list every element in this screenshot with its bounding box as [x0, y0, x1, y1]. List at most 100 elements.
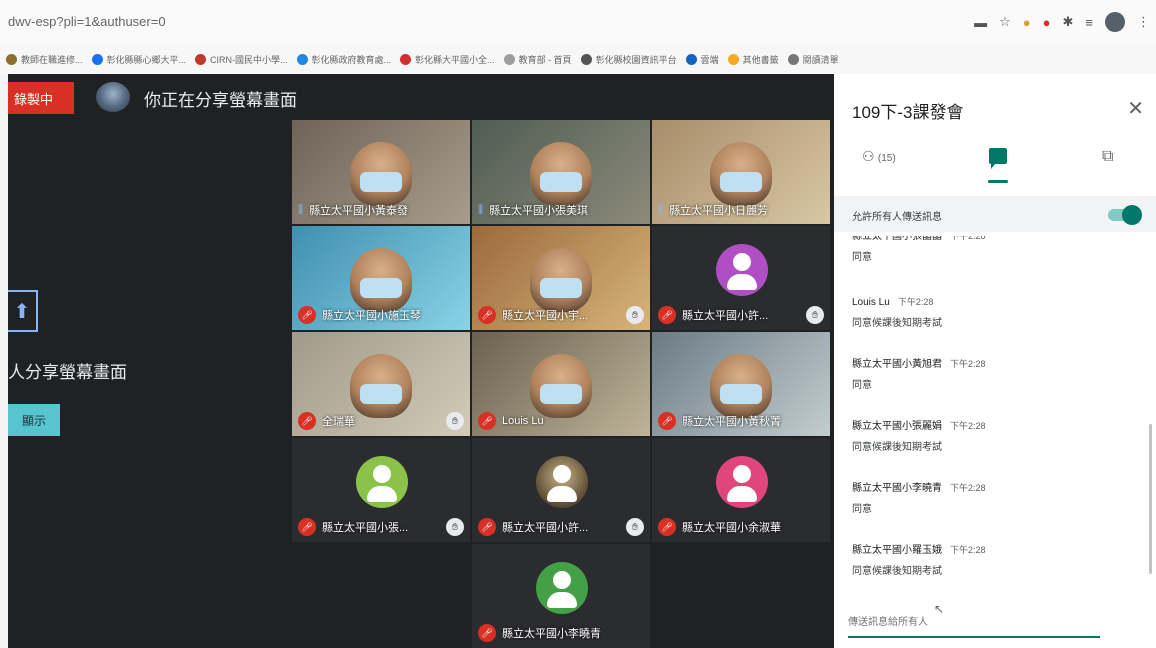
- participant-name: 縣立太平國小張...: [322, 522, 409, 534]
- cast-icon[interactable]: ▬: [974, 15, 987, 30]
- raise-hand-icon: ✋︎: [446, 412, 464, 430]
- meet-stage: 錄製中 你正在分享螢幕畫面 ⬆ 人分享螢幕畫面 顯示 ⫼ 縣立太平國小黃泰發 ⫼ 縣立…: [8, 74, 834, 648]
- bookmark-item[interactable]: 彰化縣縣心鄉大平...: [91, 53, 186, 66]
- message-time: 下午2:28: [897, 297, 934, 307]
- browser-toolbar: dwv-esp?pli=1&authuser=0 ▬ ☆ ● ● ✱ ≡ ⋮: [0, 0, 1156, 44]
- message-time: 下午2:28: [950, 545, 986, 555]
- message-sender: 縣立太平國小張晶晶: [852, 236, 942, 242]
- participant-tile[interactable]: ⫼ 縣立太平國小張美琪: [472, 120, 650, 224]
- message-text: 同意: [852, 380, 872, 391]
- menu-icon[interactable]: ⋮: [1137, 14, 1150, 30]
- bookmark-item[interactable]: CIRN-國民中小學...: [195, 53, 288, 66]
- participant-name: 縣立太平國小日麗芳: [669, 205, 769, 217]
- participant-tile[interactable]: ⫼ 縣立太平國小黃泰發: [292, 120, 470, 224]
- participant-name-row: 🎤︎ 縣立太平國小許... ✋︎: [658, 306, 824, 324]
- participant-name: 縣立太平國小張美琪: [489, 205, 589, 217]
- participant-name: 縣立太平國小施玉琴: [322, 310, 421, 322]
- sharing-notice: 人分享螢幕畫面: [8, 363, 127, 382]
- message-sender: 縣立太平國小黃旭君: [852, 359, 942, 370]
- close-icon[interactable]: ✕: [1127, 96, 1144, 121]
- chat-input[interactable]: [848, 608, 1100, 636]
- participant-name-row: ⫼ 縣立太平國小黃泰發: [298, 202, 464, 218]
- face-mask: [720, 172, 762, 192]
- participant-name-row: 🎤︎ 縣立太平國小李曉青: [478, 624, 644, 642]
- bookmark-favicon-icon: [685, 53, 697, 65]
- bookmark-favicon-icon: [400, 53, 412, 65]
- participant-name: 縣立太平國小黃秋菁: [682, 416, 781, 428]
- show-anyway-button[interactable]: 顯示: [8, 404, 60, 436]
- participant-name: 縣立太平國小黃泰發: [309, 205, 409, 217]
- participant-name-row: 🎤︎ 縣立太平國小許... ✋︎: [478, 518, 644, 536]
- participant-tile[interactable]: 🎤︎ 縣立太平國小施玉琴: [292, 226, 470, 330]
- activities-icon: ⧉: [1102, 148, 1114, 165]
- mic-off-icon: 🎤︎: [478, 412, 496, 430]
- bookmark-label: 其他書籤: [742, 54, 779, 65]
- star-icon[interactable]: ☆: [999, 14, 1011, 30]
- message-time: 下午2:28: [950, 236, 986, 241]
- participant-tile[interactable]: 🎤︎ 縣立太平國小黃秋菁: [652, 332, 830, 436]
- present-icon: ⬆: [8, 290, 38, 332]
- panel-title: 109下-3課發會: [852, 103, 964, 122]
- bookmark-label: 閱讀清單: [802, 54, 839, 65]
- bookmark-favicon-icon: [580, 53, 592, 65]
- bookmark-item[interactable]: 雲端: [685, 53, 719, 66]
- tab-activities[interactable]: ⧉: [1102, 148, 1113, 166]
- bookmark-item[interactable]: 彰化縣校園資訊平台: [580, 53, 677, 66]
- bookmark-label: 彰化縣大平國小全...: [415, 54, 495, 65]
- sharing-title: 你正在分享螢幕畫面: [144, 91, 297, 110]
- participant-tile[interactable]: 🎤︎ 縣立太平國小許... ✋︎: [472, 438, 650, 542]
- participant-tile[interactable]: 🎤︎ 縣立太平國小李曉青: [472, 544, 650, 648]
- face-mask: [720, 384, 762, 404]
- participant-tile[interactable]: 🎤︎ 縣立太平國小余淑華: [652, 438, 830, 542]
- bookmark-item[interactable]: 彰化縣政府教育處...: [296, 53, 392, 66]
- participant-tile[interactable]: 🎤︎ 縣立太平國小許... ✋︎: [652, 226, 830, 330]
- message-time: 下午2:28: [950, 359, 986, 369]
- message-text: 同意: [852, 504, 872, 515]
- participant-avatar: [716, 244, 768, 296]
- profile-avatar[interactable]: [1105, 12, 1125, 32]
- bookmark-item[interactable]: 教育部 - 首頁: [503, 53, 572, 66]
- tab-people[interactable]: ⚇ (15): [862, 148, 896, 165]
- bookmark-item[interactable]: 彰化縣大平國小全...: [400, 53, 495, 66]
- puzzle-icon[interactable]: ✱: [1063, 14, 1074, 30]
- participant-tile[interactable]: 🎤︎ 全瑞華 ✋︎: [292, 332, 470, 436]
- browser-actions: ▬ ☆ ● ● ✱ ≡ ⋮: [974, 12, 1150, 32]
- allow-messages-row: 允許所有人傳送訊息: [834, 196, 1156, 232]
- mic-off-icon: 🎤︎: [298, 518, 316, 536]
- participant-tile[interactable]: 🎤︎ 縣立太平國小宇... ✋︎: [472, 226, 650, 330]
- bookmark-label: 教師在職進修...: [21, 54, 83, 65]
- participant-tile[interactable]: 🎤︎ Louis Lu: [472, 332, 650, 436]
- message-text: 同意候課後知期考試: [852, 566, 942, 577]
- chat-message: 縣立太平國小黃旭君 下午2:28 同意: [852, 354, 1142, 391]
- audio-level-icon: ⫼: [298, 203, 304, 216]
- message-text: 同意候課後知期考試: [852, 442, 942, 453]
- participant-name: 縣立太平國小許...: [682, 310, 769, 322]
- participant-grid: ⫼ 縣立太平國小黃泰發 ⫼ 縣立太平國小張美琪 ⫼ 縣立太平國小日麗芳 🎤︎ 縣立太平國小施玉…: [292, 120, 832, 648]
- message-time: 下午2:28: [950, 421, 986, 431]
- participant-tile[interactable]: 🎤︎ 縣立太平國小張... ✋︎: [292, 438, 470, 542]
- chat-messages: 縣立太平國小張晶晶 下午2:28 同意 Louis Lu 下午2:28 同意候課後知期考試…: [834, 236, 1156, 596]
- message-sender: 縣立太平國小張麗娟: [852, 421, 942, 432]
- participant-tile[interactable]: ⫼ 縣立太平國小日麗芳: [652, 120, 830, 224]
- bookmark-favicon-icon: [787, 53, 799, 65]
- face-mask: [540, 278, 582, 298]
- record-extension-icon[interactable]: ●: [1043, 15, 1051, 30]
- chat-input-field[interactable]: [848, 608, 1100, 638]
- playlist-icon[interactable]: ≡: [1085, 15, 1093, 30]
- people-icon: ⚇: [862, 148, 875, 164]
- bookmark-label: 彰化縣政府教育處...: [311, 54, 392, 65]
- address-bar[interactable]: dwv-esp?pli=1&authuser=0: [8, 14, 166, 29]
- bookmark-item[interactable]: 閱讀清單: [787, 53, 839, 66]
- allow-messages-toggle[interactable]: [1122, 205, 1142, 225]
- bookmark-item[interactable]: 其他書籤: [727, 53, 779, 66]
- active-tab-indicator: [988, 180, 1008, 183]
- bookmark-label: 雲端: [700, 54, 719, 65]
- tab-chat[interactable]: [989, 148, 1007, 169]
- extension-icon[interactable]: ●: [1023, 15, 1031, 30]
- raise-hand-icon: ✋︎: [806, 306, 824, 324]
- participant-name-row: 🎤︎ Louis Lu: [478, 412, 644, 430]
- chat-scrollbar[interactable]: [1149, 424, 1152, 574]
- participant-name: 縣立太平國小許...: [502, 522, 589, 534]
- face-mask: [360, 172, 402, 192]
- bookmark-item[interactable]: 教師在職進修...: [6, 53, 83, 66]
